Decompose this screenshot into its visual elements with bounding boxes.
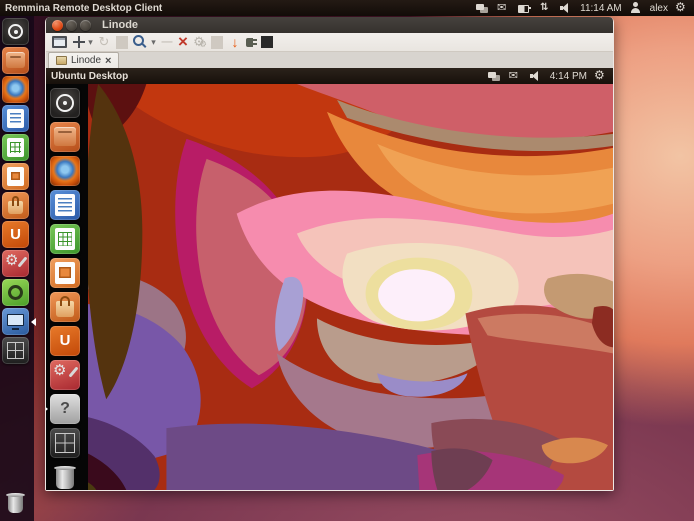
launcher-firefox[interactable] [2, 76, 29, 103]
tab-close-icon[interactable]: × [105, 56, 111, 66]
remote-desktop-viewport[interactable]: Ubuntu Desktop 4:14 PM [46, 68, 613, 490]
remote-launcher-dash-home[interactable] [50, 88, 80, 118]
window-titlebar[interactable]: Linode [46, 17, 613, 33]
remote-launcher-trash[interactable] [50, 462, 80, 490]
focused-indicator [31, 318, 36, 326]
wallpaper-art [46, 84, 613, 490]
window-title: Linode [102, 19, 138, 31]
remmina-toolbar [46, 33, 613, 52]
host-unity-launcher [0, 16, 34, 521]
remmina-window: Linode Linode × Ubuntu Desktop 4:14 PM [45, 17, 614, 491]
session-gear-icon[interactable] [675, 2, 689, 14]
launcher-system-settings[interactable] [2, 250, 29, 277]
launcher-libreoffice-calc[interactable] [2, 134, 29, 161]
running-indicator [46, 405, 48, 413]
launcher-libreoffice-writer[interactable] [2, 105, 29, 132]
launcher-remmina[interactable] [2, 308, 29, 335]
host-panel-indicators: 11:14 AM alex [475, 2, 694, 14]
remote-top-panel: Ubuntu Desktop 4:14 PM [46, 68, 613, 84]
launcher-software-updater[interactable] [2, 279, 29, 306]
minimize-tool-button[interactable] [161, 34, 173, 50]
remote-launcher-files[interactable] [50, 122, 80, 152]
grab-keyboard-button[interactable] [229, 34, 241, 50]
remote-clock[interactable]: 4:14 PM [550, 71, 587, 82]
launcher-files[interactable] [2, 47, 29, 74]
disconnect-plug-button[interactable] [245, 34, 257, 50]
scaled-mode-button[interactable] [98, 34, 110, 50]
launcher-ubuntu-one[interactable] [2, 221, 29, 248]
remote-panel-title: Ubuntu Desktop [51, 71, 128, 82]
sync-arrows-icon[interactable] [538, 2, 552, 14]
fit-dropdown-caret[interactable] [87, 34, 94, 50]
launcher-software-center[interactable] [2, 192, 29, 219]
remote-launcher-firefox[interactable] [50, 156, 80, 186]
remote-launcher-software-center[interactable] [50, 292, 80, 322]
host-clock[interactable]: 11:14 AM [580, 3, 622, 14]
remote-volume-icon[interactable] [529, 70, 543, 82]
remote-session-gear-icon[interactable] [594, 70, 608, 82]
remote-wallpaper [46, 84, 613, 490]
remote-unity-launcher [46, 84, 88, 490]
network-icon[interactable] [475, 2, 489, 14]
minimize-button[interactable] [66, 20, 77, 31]
remote-launcher-ubuntu-one[interactable] [50, 326, 80, 356]
zoom-dropdown-caret[interactable] [150, 34, 157, 50]
tab-label: Linode [71, 55, 101, 66]
preferences-tools-button[interactable] [177, 34, 189, 50]
user-icon[interactable] [629, 2, 643, 14]
remote-panel-indicators: 4:14 PM [487, 70, 613, 82]
toolbar-separator [211, 36, 223, 49]
toolbar-separator [116, 36, 128, 49]
host-top-panel: Remmina Remote Desktop Client 11:14 AM a… [0, 0, 694, 16]
maximize-button[interactable] [80, 20, 91, 31]
toolbar-cursor [261, 36, 273, 48]
launcher-trash[interactable] [2, 489, 29, 516]
close-button[interactable] [52, 20, 63, 31]
launcher-workspace-switcher[interactable] [2, 337, 29, 364]
remote-launcher-libreoffice-impress[interactable] [50, 258, 80, 288]
remote-mail-icon[interactable] [508, 70, 522, 82]
battery-icon[interactable] [517, 2, 531, 14]
host-username[interactable]: alex [650, 3, 668, 14]
volume-icon[interactable] [559, 2, 573, 14]
host-panel-title: Remmina Remote Desktop Client [5, 3, 162, 14]
remote-launcher-libreoffice-calc[interactable] [50, 224, 80, 254]
connection-icon [56, 56, 67, 65]
remote-launcher-libreoffice-writer[interactable] [50, 190, 80, 220]
mail-icon[interactable] [496, 2, 510, 14]
fullscreen-button[interactable] [52, 34, 67, 50]
remote-network-icon[interactable] [487, 70, 501, 82]
remote-launcher-workspace-switcher[interactable] [50, 428, 80, 458]
launcher-libreoffice-impress[interactable] [2, 163, 29, 190]
fit-window-button[interactable] [71, 34, 83, 50]
remote-launcher-system-settings[interactable] [50, 360, 80, 390]
settings-gears-button[interactable] [193, 34, 205, 50]
remote-launcher-help[interactable] [50, 394, 80, 424]
zoom-button[interactable] [134, 34, 146, 50]
tab-bar: Linode × [46, 52, 613, 68]
tab-linode[interactable]: Linode × [48, 52, 119, 68]
launcher-dash-home[interactable] [2, 18, 29, 45]
